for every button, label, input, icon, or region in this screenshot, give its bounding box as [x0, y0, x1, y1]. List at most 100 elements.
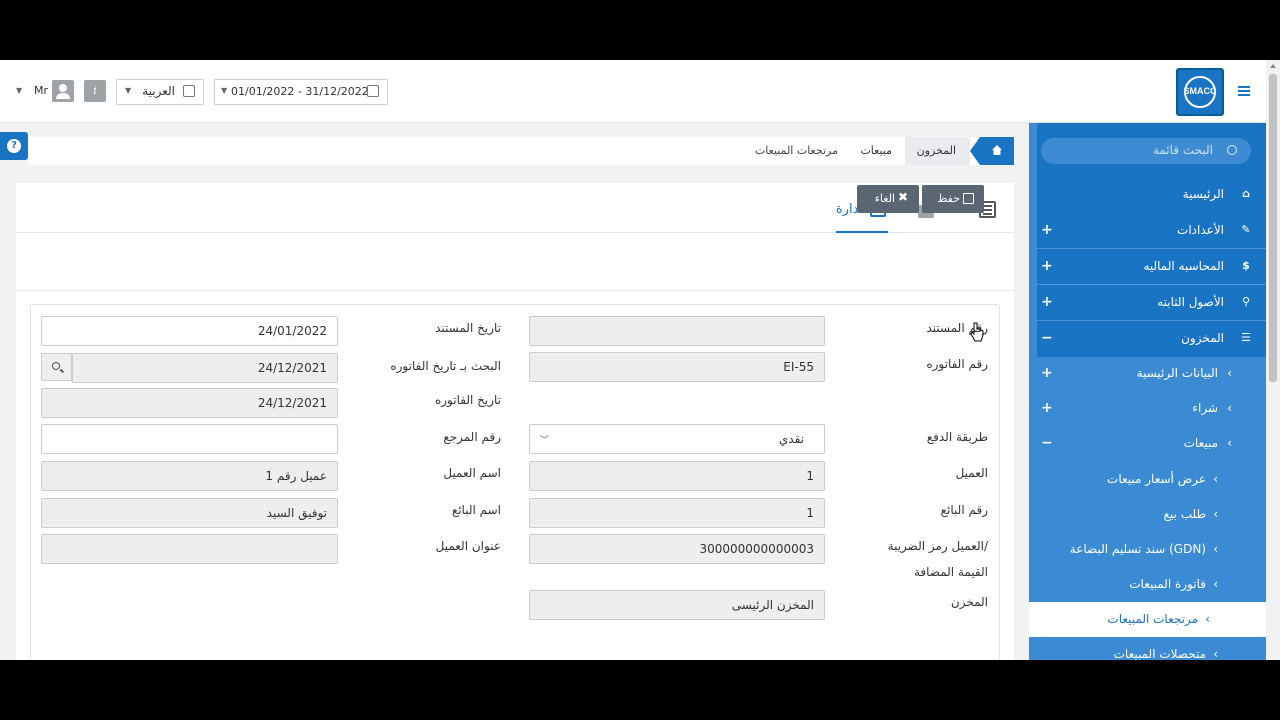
chevron-left-icon: ‹: [1227, 436, 1232, 450]
doc-date-value: 24/01/2022: [257, 324, 327, 338]
chevron-left-icon: ‹: [1227, 401, 1232, 415]
breadcrumb-item-sales-returns: مرتجعات المبيعات: [754, 144, 838, 157]
sidebar-item-finance[interactable]: + المحاسبه الماليه $: [1037, 250, 1266, 285]
scroll-up-icon[interactable]: [1270, 64, 1276, 68]
sidebar-item-label: الأصول الثابته: [1157, 295, 1224, 309]
seller-name-label: اسم البائع: [451, 503, 501, 517]
payment-method-value: نقدي: [778, 432, 804, 446]
chevron-left-icon: ‹: [1205, 612, 1210, 626]
wrench-icon: ✎: [1241, 223, 1251, 236]
breadcrumb-item-inventory[interactable]: المخزون: [904, 137, 970, 165]
plus-icon: +: [1041, 365, 1053, 381]
customer-name-value: عميل رقم 1: [265, 469, 327, 483]
date-range-value: 01/01/2022 - 31/12/2022: [231, 85, 369, 98]
sidebar-search-input[interactable]: البحث قائمة: [1041, 138, 1251, 164]
language-select[interactable]: ▼ العربية: [116, 79, 204, 105]
dollar-icon: $: [1242, 259, 1250, 272]
invoice-date-label: تاريخ الفاتوره: [434, 393, 501, 407]
breadcrumb: المخزون مبيعات مرتجعات المبيعات: [28, 137, 1014, 165]
smacc-logo[interactable]: SMACC: [1176, 68, 1224, 116]
invoice-number-label: رقم الفاتوره: [926, 357, 988, 371]
sidebar-item-sales-order[interactable]: طلب بيع ‹: [1037, 497, 1266, 532]
search-invoice-date-value: 24/12/2021: [257, 361, 327, 375]
scrollbar[interactable]: [1266, 60, 1280, 660]
avatar[interactable]: [52, 80, 74, 102]
sidebar-item-sales-quotes[interactable]: عرض أسعار مبيعات ‹: [1037, 462, 1266, 497]
chevron-left-icon: ‹: [1227, 366, 1232, 380]
customer-address-label: عنوان العميل: [435, 539, 501, 553]
calendar-icon: [367, 85, 379, 97]
help-button[interactable]: ?: [0, 132, 28, 160]
seller-name-field: توفيق السيد: [41, 498, 338, 528]
seller-number-label: رقم البائع: [940, 503, 988, 517]
close-icon: ✖: [897, 190, 908, 204]
sidebar-item-sales-collections[interactable]: متحصلات المبيعات ‹: [1037, 637, 1266, 660]
sidebar-item-fixed-assets[interactable]: + الأصول الثابته ⚲: [1037, 286, 1266, 321]
sidebar-item-sales-invoice[interactable]: فاتورة المبيعات ‹: [1037, 567, 1266, 602]
sidebar-item-sales-returns[interactable]: مرتجعات المبيعات ‹: [1029, 602, 1266, 637]
search-button[interactable]: [41, 353, 72, 381]
reference-label: رقم المرجع: [443, 430, 501, 444]
sidebar-item-label: شراء: [1192, 401, 1218, 415]
sidebar-item-settings[interactable]: + الأعدادات ✎: [1037, 214, 1266, 249]
customer-label: العميل: [955, 466, 988, 480]
search-icon: [1227, 145, 1237, 155]
menu-toggle-icon[interactable]: [1238, 86, 1250, 96]
search-invoice-date-field[interactable]: 24/12/2021: [72, 353, 338, 383]
sidebar-item-master-data[interactable]: + البيانات الرئيسية ‹: [1037, 357, 1266, 392]
scrollbar-thumb[interactable]: [1269, 74, 1277, 382]
top-bar: SMACC ▼ 01/01/2022 - 31/12/2022 ▼ العربي…: [0, 60, 1266, 123]
cancel-button[interactable]: الغاء ✖: [857, 185, 919, 213]
list-icon: ☰: [1241, 331, 1251, 344]
payment-method-select[interactable]: ﹀ نقدي: [529, 424, 825, 454]
reference-input[interactable]: [41, 424, 338, 454]
chevron-down-icon: ﹀: [540, 436, 550, 446]
info-button[interactable]: i: [84, 80, 106, 102]
chevron-down-icon: ▼: [125, 86, 132, 95]
invoice-date-value: 24/12/2021: [257, 396, 327, 410]
calendar-icon: [183, 85, 195, 97]
sidebar-item-purchase[interactable]: + شراء ‹: [1037, 392, 1266, 427]
invoice-number-value: EI-55: [783, 360, 814, 374]
invoice-number-field: EI-55: [529, 352, 825, 382]
customer-value: 1: [806, 469, 814, 483]
home-icon: ⌂: [1242, 187, 1250, 200]
floppy-icon: [963, 193, 974, 204]
warehouse-field: المخزن الرئيسى: [529, 590, 825, 620]
doc-date-field[interactable]: 24/01/2022: [41, 316, 338, 346]
sidebar-item-gdn[interactable]: سند تسليم البضاعة (GDN) ‹: [1037, 532, 1266, 567]
sidebar-search-placeholder: البحث قائمة: [1152, 143, 1213, 157]
sidebar-item-home[interactable]: الرئيسية ⌂: [1037, 178, 1266, 213]
plus-icon: +: [1041, 258, 1053, 274]
breadcrumb-home[interactable]: [970, 137, 1014, 165]
vat-number-value: 300000000000003: [699, 542, 814, 556]
customer-name-field: عميل رقم 1: [41, 461, 338, 491]
question-icon: ?: [7, 139, 21, 153]
customer-name-label: اسم العميل: [443, 466, 501, 480]
breadcrumb-item-sales[interactable]: مبيعات: [848, 137, 904, 165]
seller-name-value: توفيق السيد: [266, 506, 327, 520]
doc-date-label: تاريخ المستند: [435, 321, 501, 335]
sidebar-item-inventory[interactable]: − المخزون ☰: [1037, 322, 1266, 357]
user-name[interactable]: Mr: [34, 84, 48, 97]
date-range-picker[interactable]: ▼ 01/01/2022 - 31/12/2022: [214, 79, 388, 105]
sidebar: البحث قائمة الرئيسية ⌂ + الأعدادات ✎ + ا…: [1029, 123, 1266, 660]
sidebar-item-label: عرض أسعار مبيعات: [1107, 472, 1206, 486]
sidebar-item-sales[interactable]: − مبيعات ‹: [1037, 427, 1266, 462]
minus-icon: −: [1041, 435, 1053, 451]
warehouse-label: المخزن: [950, 595, 988, 609]
invoice-date-field: 24/12/2021: [41, 388, 338, 418]
chevron-left-icon: ‹: [1213, 507, 1218, 521]
sidebar-item-label: فاتورة المبيعات: [1129, 577, 1206, 591]
plus-icon: +: [1041, 222, 1053, 238]
payment-method-label: طريقة الدفع: [926, 430, 988, 444]
save-button[interactable]: حفظ: [922, 185, 984, 213]
divider: [16, 290, 1014, 291]
chevron-down-icon[interactable]: ▼: [16, 86, 22, 95]
sidebar-item-label: المخزون: [1181, 331, 1224, 345]
vat-label-line2: القيمة المضافة: [913, 565, 988, 579]
customer-address-field: [41, 534, 338, 564]
save-button-label: حفظ: [937, 192, 960, 205]
sidebar-edge: [1029, 123, 1037, 660]
plus-icon: +: [1041, 400, 1053, 416]
